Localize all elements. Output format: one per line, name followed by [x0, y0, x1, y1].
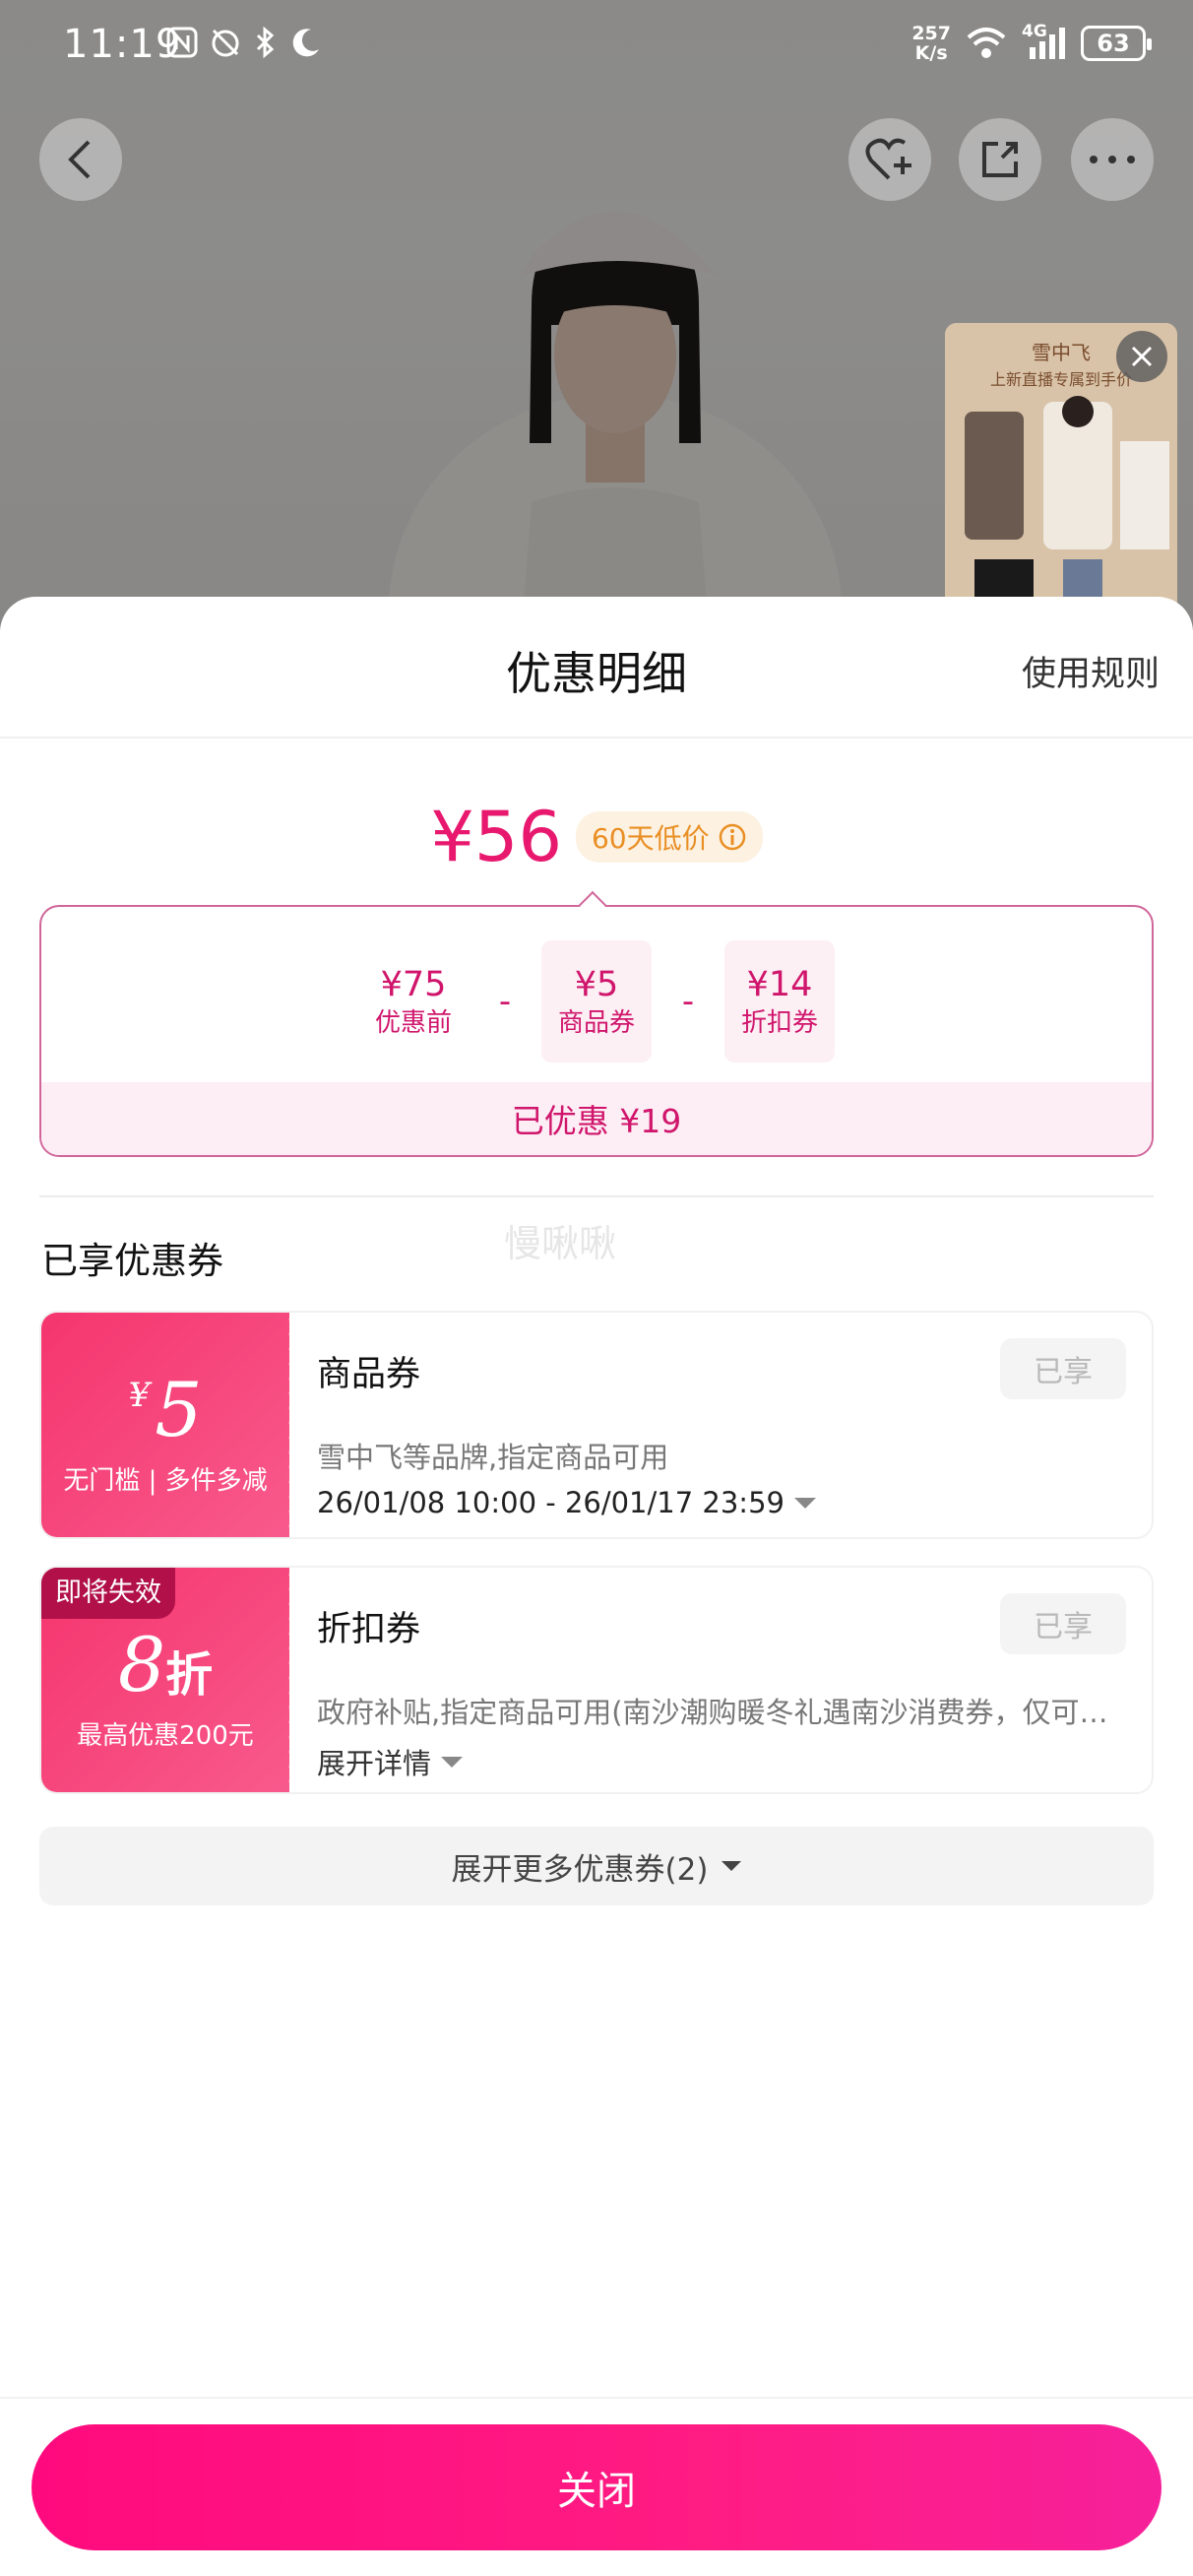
cellular-icon: 4G — [1022, 22, 1067, 61]
calc-item-original-price: ¥75 优惠前 — [358, 940, 469, 1063]
expiring-soon-tag: 即将失效 — [41, 1568, 175, 1619]
nfc-icon — [166, 27, 198, 58]
chevron-left-icon — [68, 140, 91, 179]
price-calculation-box: ¥75 优惠前 - ¥5 商品券 - ¥14 折扣券 已优惠 ¥19 — [39, 905, 1154, 1157]
final-price-row: ¥56 60天低价 — [0, 797, 1193, 877]
footer-divider — [0, 2397, 1193, 2399]
minus-operator: - — [498, 982, 512, 1021]
coupon-validity-text: 26/01/08 10:00 - 26/01/17 23:59 — [317, 1486, 785, 1519]
alarm-off-icon — [212, 29, 239, 57]
price-calculation-items: ¥75 优惠前 - ¥5 商品券 - ¥14 折扣券 — [41, 940, 1152, 1063]
close-button[interactable]: 关闭 — [31, 2424, 1162, 2550]
moon-icon — [292, 29, 319, 57]
live-close-button[interactable] — [1116, 331, 1167, 382]
coupon-validity[interactable]: 26/01/08 10:00 - 26/01/17 23:59 — [317, 1486, 816, 1519]
coupon-amount-value: 8 — [117, 1621, 166, 1708]
coupon-condition: 无门槛 | 多件多减 — [63, 1466, 268, 1496]
coupon-amount-value: 5 — [155, 1366, 203, 1453]
close-icon — [1131, 346, 1153, 367]
coupon-description: 政府补贴,指定商品可用(南沙潮购暖冬礼遇南沙消费券，仅可… — [317, 1696, 1108, 1729]
low-price-badge[interactable]: 60天低价 — [575, 811, 763, 863]
watermark: 慢啾啾 — [504, 1222, 617, 1265]
coupon-perforation — [281, 1568, 294, 1792]
info-icon — [719, 823, 745, 851]
coupon-condition: 最高优惠200元 — [77, 1721, 254, 1751]
calc-value: ¥75 — [380, 965, 447, 1004]
chevron-down-icon — [441, 1756, 464, 1768]
status-icons-right: 257 K/s 4G 63 — [911, 22, 1152, 63]
net-speed-unit: K/s — [914, 42, 948, 64]
more-icon — [1090, 156, 1135, 163]
calc-label: 商品券 — [557, 1008, 635, 1038]
favorite-button[interactable] — [848, 118, 931, 201]
calc-label: 折扣券 — [740, 1008, 818, 1038]
coupon-name: 商品券 — [317, 1355, 421, 1394]
chevron-down-icon — [793, 1497, 816, 1509]
minus-operator: - — [681, 982, 695, 1021]
coupon-perforation — [281, 1313, 294, 1537]
coupon-value-panel: 8折 最高优惠200元 即将失效 — [41, 1568, 289, 1792]
divider — [39, 1195, 1154, 1197]
net-speed-value: 257 — [911, 23, 951, 44]
coupon-status-button[interactable]: 已享 — [1000, 1338, 1126, 1399]
section-title: 已享优惠券 — [41, 1240, 223, 1282]
wifi-icon — [967, 28, 1006, 58]
coupon-value-panel: ¥ 5 无门槛 | 多件多减 — [41, 1313, 289, 1537]
currency-symbol: ¥ — [128, 1376, 151, 1415]
discount-detail-sheet: 优惠明细 使用规则 ¥56 60天低价 ¥75 优惠前 - ¥5 商品券 - ¥… — [0, 597, 1193, 2576]
coupon-description: 雪中飞等品牌,指定商品可用 — [317, 1441, 669, 1474]
expand-details-text: 展开详情 — [317, 1747, 432, 1780]
network-type: 4G — [1022, 22, 1047, 41]
expand-more-coupons-button[interactable]: 展开更多优惠券(2) — [39, 1827, 1154, 1905]
coupon-name: 折扣券 — [317, 1610, 421, 1649]
net-speed: 257 K/s — [911, 24, 951, 63]
final-price: ¥56 — [430, 797, 562, 877]
calc-item-discount-coupon: ¥14 折扣券 — [724, 940, 835, 1063]
coupon-status-button[interactable]: 已享 — [1000, 1593, 1126, 1654]
coupon-amount: 8折 — [41, 1621, 289, 1708]
calc-value: ¥5 — [574, 965, 619, 1004]
expand-more-coupons-text: 展开更多优惠券(2) — [451, 1851, 709, 1888]
screen: 雪中飞 上新直播专属到手价 11:19 257 K/s 4G 63 优惠明细 使… — [0, 0, 1193, 2576]
coupon-card-product: ¥ 5 无门槛 | 多件多减 商品券 雪中飞等品牌,指定商品可用 26/01/0… — [39, 1311, 1154, 1539]
low-price-badge-text: 60天低价 — [591, 822, 710, 855]
status-bar: 11:19 257 K/s 4G 63 — [0, 0, 1193, 98]
calc-item-product-coupon: ¥5 商品券 — [541, 940, 652, 1063]
chevron-down-icon — [722, 1861, 742, 1871]
more-options-button[interactable] — [1071, 118, 1154, 201]
sheet-title: 优惠明细 — [506, 647, 687, 700]
battery-indicator: 63 — [1081, 26, 1152, 61]
usage-rules-link[interactable]: 使用规则 — [1022, 646, 1160, 696]
total-saved: 已优惠 ¥19 — [41, 1082, 1152, 1155]
calc-label: 优惠前 — [374, 1008, 452, 1038]
share-button[interactable] — [959, 118, 1041, 201]
expand-details-link[interactable]: 展开详情 — [317, 1741, 464, 1782]
calc-value: ¥14 — [746, 965, 813, 1004]
sheet-header: 优惠明细 使用规则 — [0, 597, 1193, 739]
bluetooth-icon — [256, 26, 275, 59]
coupon-unit: 折 — [165, 1647, 214, 1703]
share-icon — [982, 142, 1018, 177]
coupon-card-discount: 8折 最高优惠200元 即将失效 折扣券 政府补贴,指定商品可用(南沙潮购暖冬礼… — [39, 1566, 1154, 1794]
coupon-amount: ¥ 5 — [41, 1366, 289, 1453]
heart-plus-icon — [865, 138, 911, 180]
back-button[interactable] — [39, 118, 122, 201]
status-icons-left — [165, 26, 321, 59]
status-time: 11:19 — [63, 22, 182, 67]
